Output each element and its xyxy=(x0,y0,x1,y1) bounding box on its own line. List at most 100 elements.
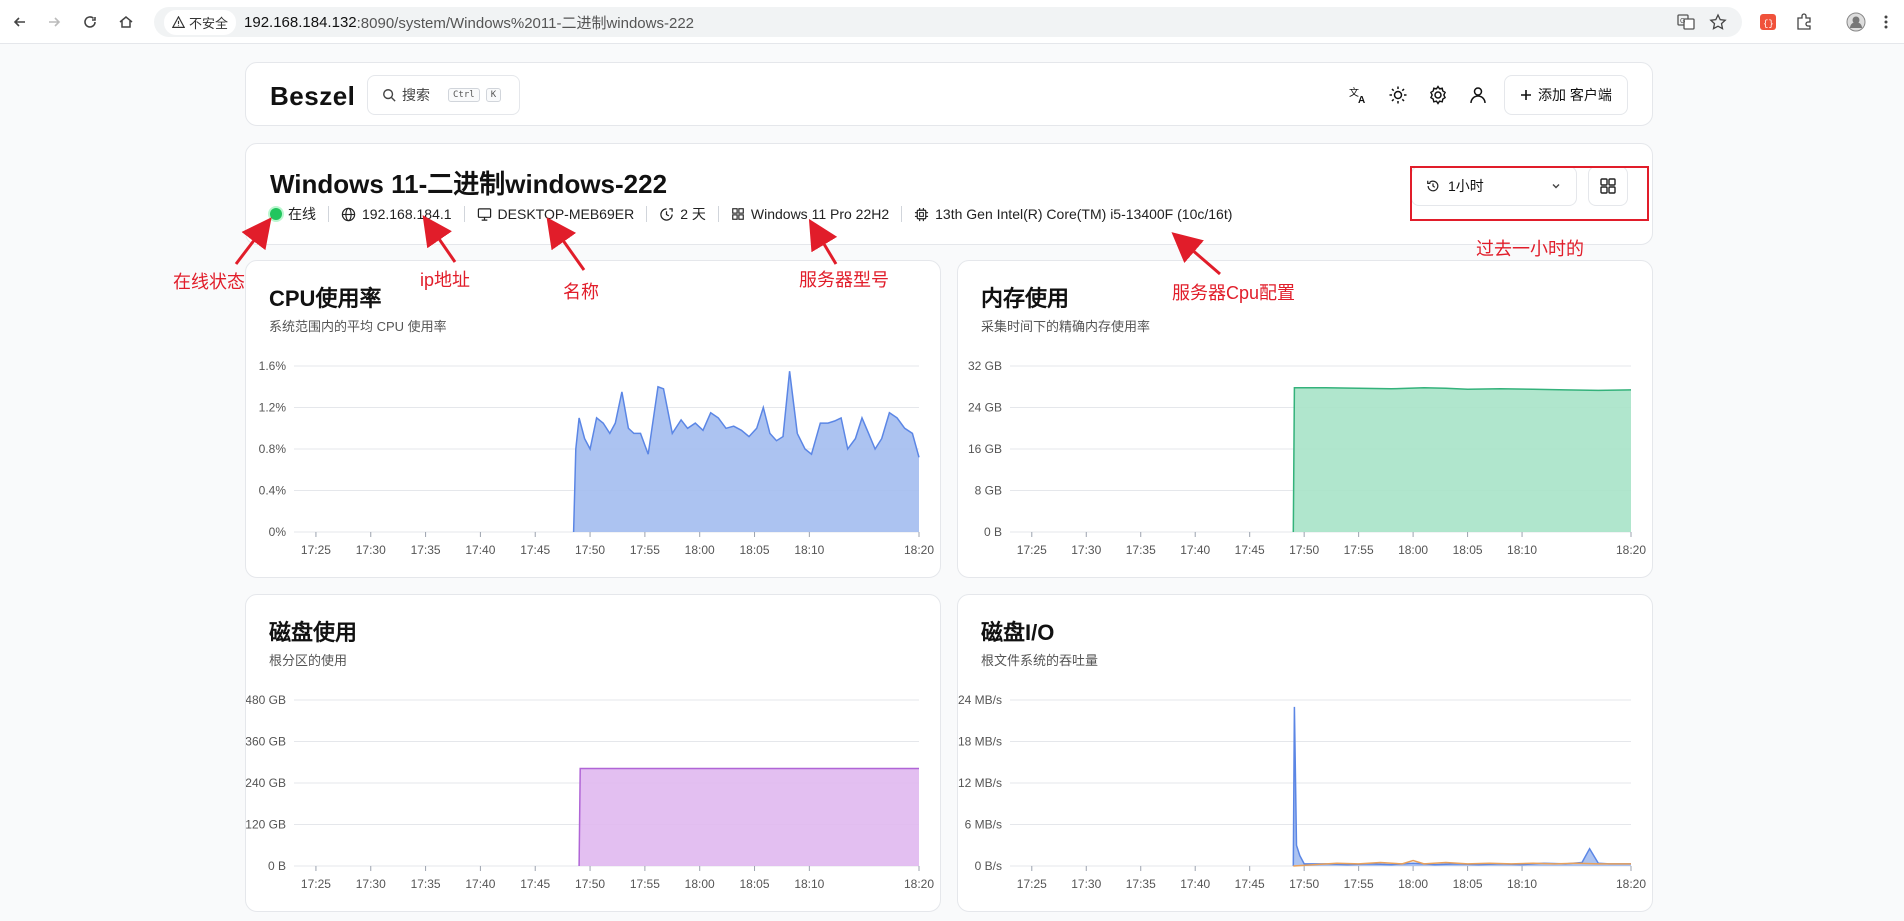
x-tick-label: 18:20 xyxy=(904,543,934,557)
reload-icon[interactable] xyxy=(78,10,102,34)
extensions-puzzle-icon[interactable] xyxy=(1794,12,1814,32)
x-tick-label: 18:20 xyxy=(1616,877,1646,891)
status-annotation: 在线状态 xyxy=(173,272,245,292)
kbd-ctrl: Ctrl xyxy=(448,88,480,102)
bookmark-star-icon[interactable] xyxy=(1708,12,1728,32)
x-tick-label: 17:55 xyxy=(1344,877,1374,891)
clock-arrow-icon xyxy=(660,207,673,221)
home-icon[interactable] xyxy=(114,10,138,34)
y-tick-label: 0 B/s xyxy=(975,859,1002,873)
disk-io-card: 磁盘I/O 根文件系统的吞吐量 0 B/s 6 MB/s 12 MB/s 18 MB/… xyxy=(957,594,1653,912)
os-annotation: 服务器型号 xyxy=(799,270,889,290)
x-tick-label: 18:20 xyxy=(1616,543,1646,557)
app-header: Beszel 搜索 Ctrl K 文A 添加 客户端 xyxy=(245,62,1653,126)
system-info-row: 在线 192.168.184.1 DESKTOP-MEB69ER 2 天 Win… xyxy=(270,206,1244,222)
x-tick-label: 18:10 xyxy=(794,877,824,891)
cpu-text: 13th Gen Intel(R) Core(TM) i5-13400F (10… xyxy=(935,206,1233,222)
url-path: :8090/system/Windows%2011-二进制windows-222 xyxy=(356,14,695,32)
monitor-icon xyxy=(477,207,491,221)
x-tick-label: 17:45 xyxy=(1235,543,1265,557)
disk-usage-chart[interactable]: 0 B 120 GB 240 GB 360 GB 480 GB 17:25 17:30 17:… xyxy=(246,595,941,912)
y-tick-label: 16 GB xyxy=(968,442,1002,456)
user-icon[interactable] xyxy=(1466,83,1490,107)
ip-item: 192.168.184.1 xyxy=(329,206,465,222)
x-tick-label: 17:45 xyxy=(520,543,550,557)
x-tick-label: 17:30 xyxy=(1071,543,1101,557)
series-line xyxy=(1292,706,1631,867)
y-tick-label: 0 B xyxy=(268,859,286,873)
x-tick-label: 17:55 xyxy=(630,877,660,891)
y-tick-label: 0 B xyxy=(984,525,1002,539)
system-title: Windows 11-二进制windows-222 xyxy=(270,169,668,199)
uptime-item: 2 天 xyxy=(647,206,719,222)
y-tick-label: 480 GB xyxy=(246,693,286,707)
x-tick-label: 17:55 xyxy=(1344,543,1374,557)
x-tick-label: 17:50 xyxy=(1289,877,1319,891)
status-text: 在线 xyxy=(288,206,316,222)
language-icon[interactable]: 文A xyxy=(1346,83,1370,107)
series-area xyxy=(1293,706,1631,866)
browser-menu-icon[interactable] xyxy=(1876,12,1896,32)
x-tick-label: 17:40 xyxy=(1180,877,1210,891)
x-tick-label: 17:50 xyxy=(575,543,605,557)
y-tick-label: 24 MB/s xyxy=(958,693,1002,707)
x-tick-label: 17:25 xyxy=(301,877,331,891)
forward-arrow-icon[interactable] xyxy=(42,10,66,34)
disk-usage-card: 磁盘使用 根分区的使用 0 B 120 GB 240 GB 360 GB 480 GB 1… xyxy=(245,594,941,912)
x-tick-label: 17:35 xyxy=(411,543,441,557)
x-tick-label: 17:25 xyxy=(1017,543,1047,557)
translate-page-icon[interactable]: G xyxy=(1676,12,1696,32)
search-label: 搜索 xyxy=(402,87,430,103)
windows-icon xyxy=(732,208,744,220)
search-button[interactable]: 搜索 Ctrl K xyxy=(367,75,520,115)
y-tick-label: 18 MB/s xyxy=(958,735,1002,749)
time-range-highlight-box xyxy=(1410,166,1649,221)
y-tick-label: 0% xyxy=(269,525,287,539)
add-client-label: 添加 客户端 xyxy=(1538,87,1612,103)
ip-text: 192.168.184.1 xyxy=(362,206,452,222)
y-tick-label: 1.6% xyxy=(259,359,287,373)
cpu-item: 13th Gen Intel(R) Core(TM) i5-13400F (10… xyxy=(902,206,1244,222)
ip-annotation: ip地址 xyxy=(420,270,471,290)
x-tick-label: 17:40 xyxy=(465,543,495,557)
settings-gear-icon[interactable] xyxy=(1426,83,1450,107)
x-tick-label: 18:05 xyxy=(1453,543,1483,557)
x-tick-label: 17:50 xyxy=(575,877,605,891)
x-tick-label: 17:25 xyxy=(1017,877,1047,891)
svg-text:A: A xyxy=(1358,95,1365,105)
x-tick-label: 17:45 xyxy=(1235,877,1265,891)
address-bar[interactable]: 不安全 192.168.184.132:8090/system/Windows%… xyxy=(154,7,1742,37)
search-icon xyxy=(383,89,396,102)
x-tick-label: 17:30 xyxy=(356,543,386,557)
extension-red-icon[interactable]: {} xyxy=(1758,12,1778,32)
x-tick-label: 17:30 xyxy=(356,877,386,891)
cpu-usage-chart[interactable]: 0% 0.4% 0.8% 1.2% 1.6% 17:25 17:30 17:35 17:40 17… xyxy=(246,261,941,578)
app-logo[interactable]: Beszel xyxy=(270,81,355,112)
add-client-button[interactable]: 添加 客户端 xyxy=(1504,75,1628,115)
disk-io-chart[interactable]: 0 B/s 6 MB/s 12 MB/s 18 MB/s 24 MB/s 17:25 17:… xyxy=(958,595,1653,912)
profile-avatar-icon[interactable] xyxy=(1846,12,1866,32)
insecure-label: 不安全 xyxy=(189,15,229,31)
globe-icon xyxy=(341,207,356,221)
theme-sun-icon[interactable] xyxy=(1386,83,1410,107)
warning-icon xyxy=(172,15,185,28)
svg-text:{}: {} xyxy=(1763,19,1774,29)
memory-usage-chart[interactable]: 0 B 8 GB 16 GB 24 GB 32 GB 17:25 17:30 17:35 17:… xyxy=(958,261,1653,578)
y-tick-label: 240 GB xyxy=(246,776,286,790)
y-tick-label: 12 MB/s xyxy=(958,776,1002,790)
x-tick-label: 17:30 xyxy=(1071,877,1101,891)
y-tick-label: 8 GB xyxy=(975,484,1002,498)
memory-usage-card: 内存使用 采集时间下的精确内存使用率 0 B8 GB 16 GB 24 GB 32 G… xyxy=(957,260,1653,578)
y-tick-label: 6 MB/s xyxy=(965,818,1002,832)
uptime-text: 2 天 xyxy=(680,206,706,222)
x-tick-label: 17:40 xyxy=(465,877,495,891)
x-tick-label: 18:10 xyxy=(794,543,824,557)
insecure-badge[interactable]: 不安全 xyxy=(164,9,237,35)
x-tick-label: 17:40 xyxy=(1180,543,1210,557)
y-tick-label: 0.8% xyxy=(259,442,287,456)
back-arrow-icon[interactable] xyxy=(8,10,32,34)
status-item: 在线 xyxy=(270,206,329,222)
x-tick-label: 18:00 xyxy=(1398,877,1428,891)
y-tick-label: 120 GB xyxy=(246,818,286,832)
x-tick-label: 17:35 xyxy=(1126,543,1156,557)
